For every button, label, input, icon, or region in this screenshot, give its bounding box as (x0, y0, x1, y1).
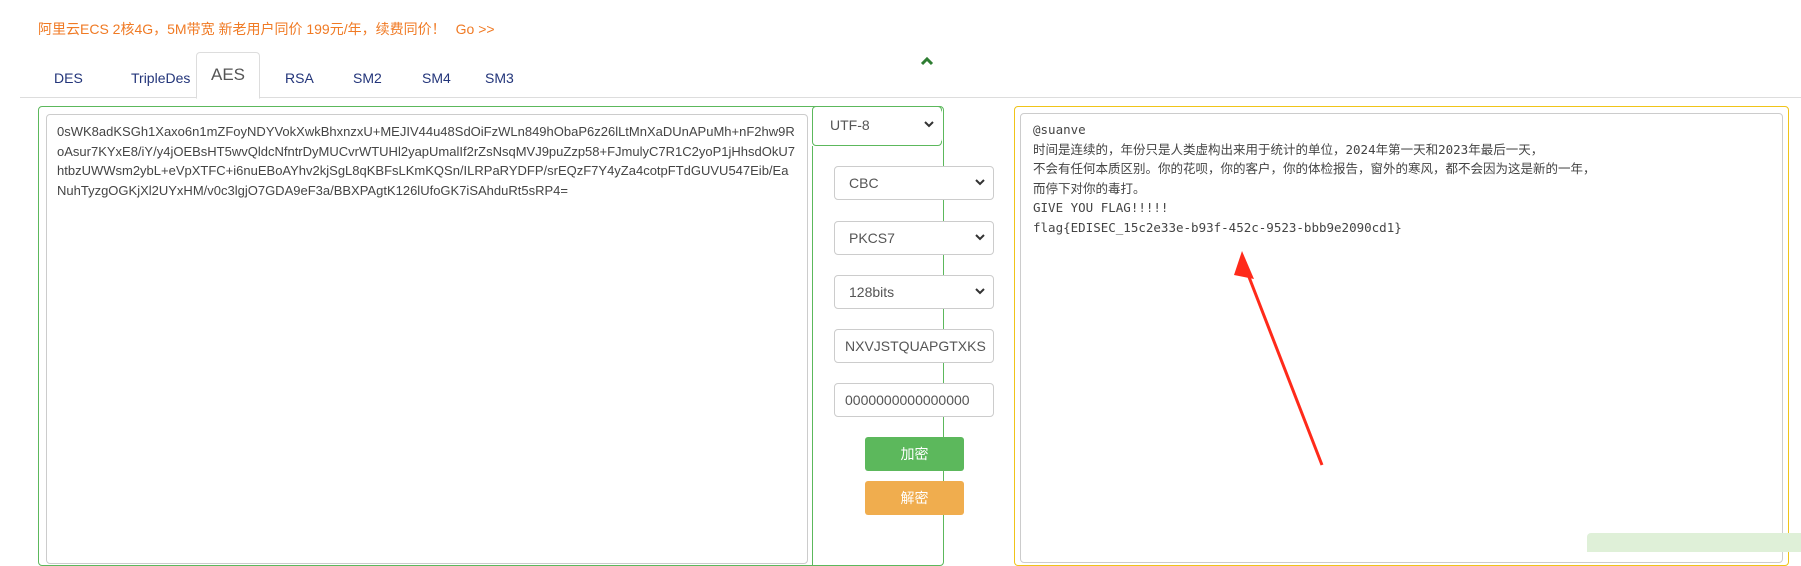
key-input[interactable]: NXVJSTQUAPGTXKS (834, 329, 994, 363)
chevron-down-icon (975, 179, 985, 186)
mode-value: CBC (849, 175, 879, 191)
decrypt-button[interactable]: 解密 (865, 481, 964, 515)
corner-widget (1587, 533, 1801, 552)
tab-tripledes[interactable]: TripleDes (117, 60, 204, 96)
key-size-select[interactable]: 128bits (834, 275, 994, 309)
promo-banner[interactable]: 阿里云ECS 2核4G，5M带宽 新老用户同价 199元/年，续费同价！ Go >… (38, 19, 495, 39)
chevron-down-icon (975, 288, 985, 295)
chevron-down-icon (975, 234, 985, 241)
tab-sm4[interactable]: SM4 (408, 60, 465, 96)
tab-aes[interactable]: AES (196, 52, 261, 99)
tab-sm3[interactable]: SM3 (471, 60, 528, 96)
output-line: 时间是连续的，年份只是人类虚构出来用于统计的单位，2024年第一天和2023年最… (1033, 141, 1544, 157)
output-line: 不会有任何本质区别。你的花呗，你的客户，你的体检报告，窗外的寒风，都不会因为这是… (1033, 161, 1596, 176)
divider (812, 146, 813, 566)
mode-select[interactable]: CBC (834, 166, 994, 200)
output-line: 而停下对你的毒打。 (1033, 180, 1146, 196)
promo-text[interactable]: 阿里云ECS 2核4G，5M带宽 新老用户同价 199元/年，续费同价！ (38, 21, 446, 37)
plaintext-output[interactable]: @suanve 时间是连续的，年份只是人类虚构出来用于统计的单位，2024年第一天… (1020, 113, 1783, 563)
red-arrow-annotation (1234, 251, 1324, 466)
chevron-up-icon[interactable] (920, 56, 934, 66)
key-size-value: 128bits (849, 284, 895, 300)
chevron-down-icon (924, 121, 934, 128)
encrypt-button[interactable]: 加密 (865, 437, 964, 471)
padding-select[interactable]: PKCS7 (834, 221, 994, 255)
encoding-select[interactable]: UTF-8 (816, 109, 942, 143)
flag-line: flag{EDISEC_15c2e33e-b93f-452c-9523-bbb9… (1033, 219, 1402, 235)
ciphertext-input[interactable]: 0sWK8adKSGh1Xaxo6n1mZFoyNDYVokXwkBhxnzxU… (46, 114, 808, 564)
tab-des[interactable]: DES (40, 60, 97, 96)
tab-rsa[interactable]: RSA (271, 60, 328, 96)
iv-input[interactable]: 0000000000000000 (834, 383, 994, 417)
encoding-value: UTF-8 (830, 117, 870, 133)
output-line: @suanve (1033, 122, 1086, 137)
tab-sm2[interactable]: SM2 (339, 60, 396, 96)
top-cutoff-text (0, 0, 1801, 4)
padding-value: PKCS7 (849, 230, 895, 246)
algorithm-tabs: DES TripleDes AES RSA SM2 SM4 SM3 (20, 52, 1801, 99)
promo-link[interactable]: Go >> (456, 21, 495, 37)
output-line: GIVE YOU FLAG!!!!! (1033, 200, 1169, 215)
